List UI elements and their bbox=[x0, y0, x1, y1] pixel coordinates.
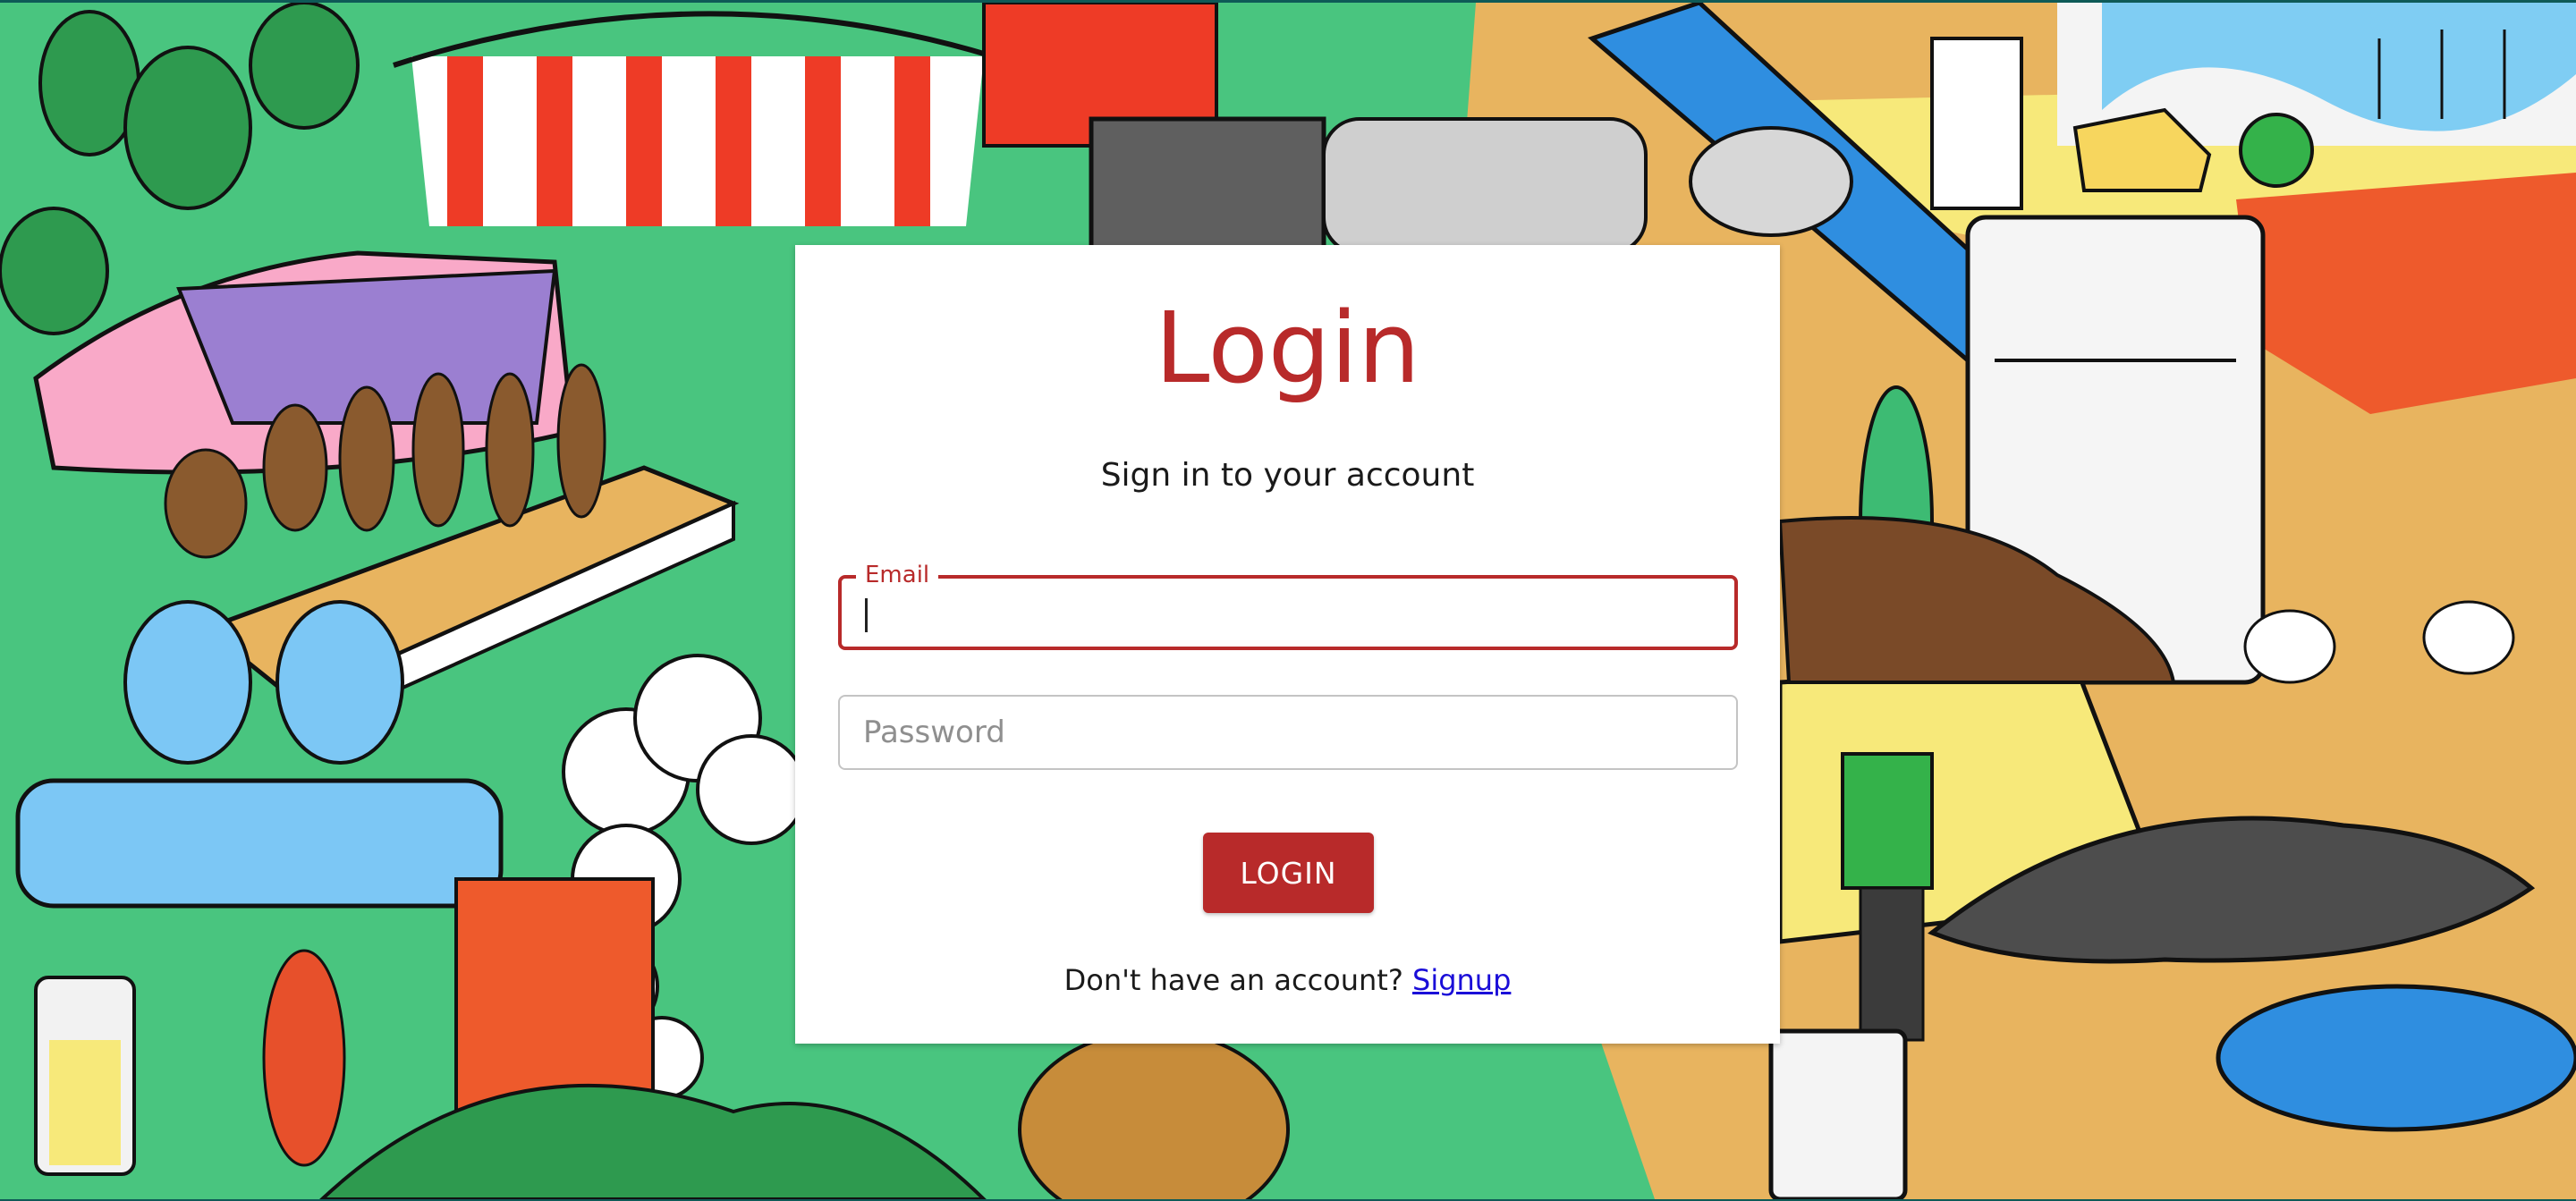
email-input[interactable] bbox=[842, 579, 1734, 647]
login-button[interactable]: LOGIN bbox=[1203, 833, 1374, 913]
email-field[interactable]: Email bbox=[838, 559, 1738, 650]
page-title: Login bbox=[1155, 291, 1420, 405]
signup-row: Don't have an account? Signup bbox=[795, 962, 1780, 998]
signup-prompt: Don't have an account? bbox=[1063, 963, 1412, 997]
password-input[interactable] bbox=[840, 697, 1736, 768]
page-subtitle: Sign in to your account bbox=[1100, 457, 1475, 494]
signup-link[interactable]: Signup bbox=[1412, 963, 1511, 997]
login-card: Login Sign in to your account Email LOGI… bbox=[795, 245, 1780, 1044]
text-cursor bbox=[865, 598, 868, 632]
password-field[interactable] bbox=[838, 695, 1738, 770]
